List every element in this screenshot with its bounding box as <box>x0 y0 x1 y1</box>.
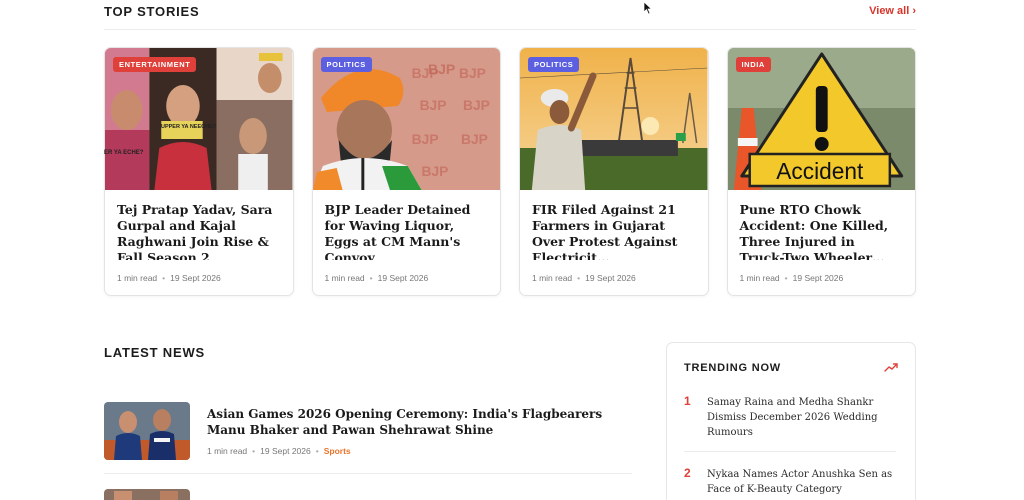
news-meta: 1 min read • 19 Sept 2026 • Sports <box>207 446 351 456</box>
story-tag: ENTERTAINMENT <box>113 57 197 72</box>
svg-text:BJP: BJP <box>421 163 448 179</box>
story-card[interactable]: ENTERTAINMENT Tej Pratap Yadav, Sara Gur… <box>104 47 294 296</box>
svg-text:BJP: BJP <box>419 97 446 113</box>
trending-rank: 1 <box>684 394 691 408</box>
story-title[interactable]: Tej Pratap Yadav, Sara Gurpal and Kajal … <box>105 190 293 260</box>
trending-up-icon <box>884 363 898 372</box>
top-stories-title: TOP STORIES <box>104 4 200 19</box>
news-list-item[interactable]: Asian Games 2026 Opening Ceremony: India… <box>104 402 632 474</box>
story-card[interactable]: Accident INDIA Pune RTO Chowk Accident: … <box>726 47 916 296</box>
story-tag: POLITICS <box>528 57 580 72</box>
meta-separator: • <box>315 446 319 456</box>
news-date: 19 Sept 2026 <box>260 446 311 456</box>
news-category-link[interactable]: Sports <box>324 446 351 456</box>
trending-item[interactable]: 2 Nykaa Names Actor Anushka Sen as Face … <box>684 466 900 500</box>
meta-separator: • <box>252 446 256 456</box>
trending-headline[interactable]: Samay Raina and Medha Shankr Dismiss Dec… <box>707 395 897 440</box>
card1-sign: UPPER YA NEECHE? <box>161 124 217 130</box>
story-image: BJP BJP BJP BJP BJP BJP BJP POLITICS <box>312 48 500 190</box>
story-title[interactable]: BJP Leader Detained for Waving Liquor, E… <box>313 190 501 260</box>
story-image: POLITICS <box>520 48 708 190</box>
news-read-time: 1 min read <box>207 446 248 456</box>
svg-text:BJP: BJP <box>463 97 490 113</box>
story-read-time: 1 min read <box>739 273 780 283</box>
story-date: 19 Sept 2026 <box>170 273 221 283</box>
news-headline[interactable]: Asian Games 2026 Opening Ceremony: India… <box>207 406 627 438</box>
meta-separator: • <box>162 273 166 283</box>
card2-wall-text-label: BJP <box>428 61 455 77</box>
story-meta: 1 min read • 19 Sept 2026 <box>117 273 221 283</box>
story-meta: 1 min read • 19 Sept 2026 <box>325 273 429 283</box>
top-stories-header: TOP STORIES View all › <box>104 0 916 30</box>
story-read-time: 1 min read <box>532 273 573 283</box>
meta-separator: • <box>369 273 373 283</box>
trending-panel: TRENDING NOW 1 Samay Raina and Medha Sha… <box>666 342 916 500</box>
accident-sign-text: Accident <box>776 158 864 184</box>
story-title[interactable]: Pune RTO Chowk Accident: One Killed, Thr… <box>728 190 916 260</box>
story-title[interactable]: FIR Filed Against 21 Farmers in Gujarat … <box>520 190 708 260</box>
story-image: ENTERTAINMENT <box>105 48 293 190</box>
meta-separator: • <box>577 273 581 283</box>
story-tag: INDIA <box>735 57 771 72</box>
story-read-time: 1 min read <box>117 273 158 283</box>
mouse-cursor-icon <box>643 1 653 15</box>
card1-sign-left-text: ER YA ECHE? <box>104 150 144 156</box>
story-date: 19 Sept 2026 <box>585 273 636 283</box>
story-tag: POLITICS <box>320 57 372 72</box>
trending-item[interactable]: 1 Samay Raina and Medha Shankr Dismiss D… <box>684 394 900 444</box>
story-meta: 1 min read • 19 Sept 2026 <box>532 273 636 283</box>
trending-rank: 2 <box>684 466 691 480</box>
card2-wall-text: BJP <box>428 61 455 77</box>
news-thumbnail <box>104 402 190 460</box>
latest-news-title: LATEST NEWS <box>104 345 205 360</box>
story-card[interactable]: POLITICS FIR Filed Against 21 Farmers in… <box>519 47 709 296</box>
svg-text:BJP: BJP <box>461 131 488 147</box>
story-date: 19 Sept 2026 <box>377 273 429 283</box>
trending-title: TRENDING NOW <box>684 362 781 374</box>
story-image: Accident INDIA <box>727 48 915 190</box>
card1-sign-text: UPPER YA NEECHE? <box>161 124 217 130</box>
meta-separator: • <box>784 273 788 283</box>
trending-divider <box>684 451 896 452</box>
top-stories-cards: ENTERTAINMENT Tej Pratap Yadav, Sara Gur… <box>104 47 916 297</box>
news-thumbnail-partial <box>104 489 190 500</box>
svg-text:BJP: BJP <box>411 131 438 147</box>
view-all-link[interactable]: View all › <box>869 5 916 17</box>
story-read-time: 1 min read <box>324 273 365 283</box>
story-date: 19 Sept 2026 <box>792 273 844 283</box>
trending-headline[interactable]: Nykaa Names Actor Anushka Sen as Face of… <box>707 467 897 497</box>
story-card[interactable]: BJP BJP BJP BJP BJP BJP BJP POLITICS BJP Le… <box>311 47 501 296</box>
card1-sign-left: ER YA ECHE? <box>104 150 144 156</box>
story-meta: 1 min read • 19 Sept 2026 <box>740 273 844 283</box>
